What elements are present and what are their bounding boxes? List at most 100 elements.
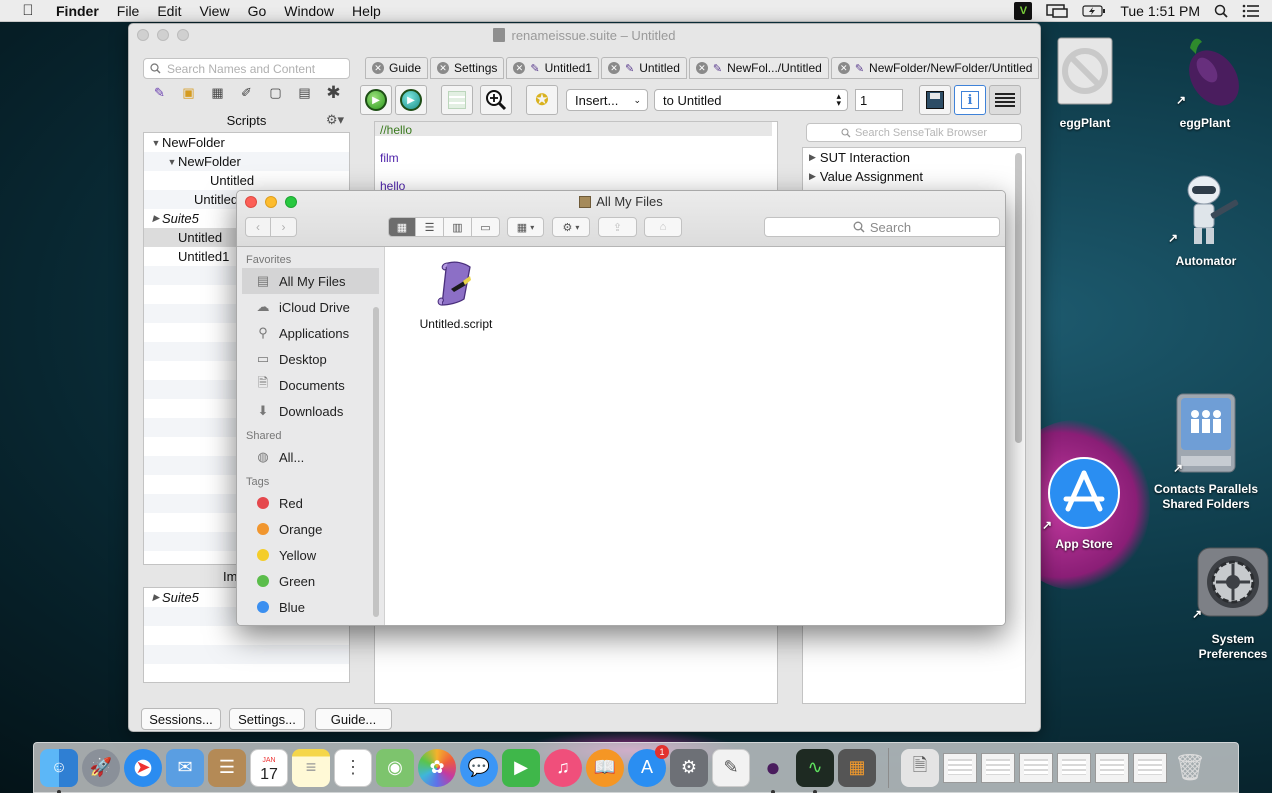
dock-maps-icon[interactable]: ◉ <box>376 748 414 787</box>
zoom-button[interactable] <box>177 29 189 41</box>
dock-minimized-window[interactable] <box>981 752 1015 783</box>
dock-system-preferences-icon[interactable]: ⚙ <box>670 748 708 787</box>
menu-window[interactable]: Window <box>275 3 343 19</box>
close-tab-icon[interactable]: ✕ <box>372 62 384 74</box>
sidebar-item[interactable]: Orange <box>237 516 384 542</box>
arrange-button[interactable]: ▦ ▾ <box>507 217 544 237</box>
sidebar-item[interactable]: 🗎 Documents <box>237 372 384 398</box>
cover-flow-button[interactable]: ▭ <box>472 217 500 237</box>
sidebar-item[interactable]: Green <box>237 568 384 594</box>
sensetalk-browser-search[interactable]: Search SenseTalk Browser <box>806 123 1022 142</box>
editor-tab[interactable]: ✕ ✎ Untitled <box>600 57 687 79</box>
menu-app-finder[interactable]: Finder <box>56 3 108 19</box>
dock-minimized-window[interactable] <box>1057 752 1091 783</box>
scripts-filter-icon[interactable]: ✎ <box>149 84 170 102</box>
desktop-icon-system-preferences[interactable]: ↗ System Preferences <box>1180 546 1272 662</box>
gear-icon[interactable]: ⚙▾ <box>326 112 344 128</box>
dock-minimized-window[interactable] <box>1095 752 1129 783</box>
dock-launchpad-icon[interactable]: 🚀 <box>82 748 120 787</box>
menu-file[interactable]: File <box>108 3 149 19</box>
close-tab-icon[interactable]: ✕ <box>695 62 708 74</box>
dock-app-store-icon[interactable]: A1 <box>628 744 669 787</box>
pencil-filter-icon[interactable]: ✐ <box>236 84 257 102</box>
dock-notes-icon[interactable]: ≡ <box>292 748 330 787</box>
info-button[interactable]: i <box>954 85 986 115</box>
browser-item-sut-interaction[interactable]: ▶ SUT Interaction <box>803 148 1025 167</box>
zoom-in-button[interactable] <box>480 85 512 115</box>
dock-contacts-icon[interactable]: ☰ <box>208 748 246 787</box>
dock-minimized-window[interactable] <box>1019 752 1053 783</box>
all-filter-icon[interactable]: ✱ <box>323 83 344 102</box>
sidebar-item[interactable]: Yellow <box>237 542 384 568</box>
file-item[interactable]: Untitled.script <box>412 259 500 331</box>
tree-item[interactable]: ▼ NewFolder <box>144 133 349 152</box>
forward-button[interactable]: › <box>271 217 297 237</box>
count-field[interactable]: 1 <box>855 89 903 111</box>
tree-item[interactable]: ▼ NewFolder <box>144 152 349 171</box>
sidebar-item[interactable]: ◍ All... <box>237 444 384 470</box>
dock-eggplant-icon[interactable]: ● <box>754 749 792 793</box>
disclosure-triangle-icon[interactable]: ▶ <box>150 213 162 224</box>
menu-go[interactable]: Go <box>239 3 276 19</box>
close-tab-icon[interactable]: ✕ <box>437 62 450 74</box>
dock-minimized-window[interactable] <box>1133 752 1167 783</box>
editor-tab[interactable]: ✕ ✎ Untitled1 <box>506 57 599 79</box>
icon-view-button[interactable]: ▦ <box>388 217 416 237</box>
dock-mail-icon[interactable]: ✉ <box>166 748 204 787</box>
desktop-icon-app-store[interactable]: ↗ App Store <box>1029 455 1139 552</box>
tables-filter-icon[interactable]: ▦ <box>207 84 228 102</box>
dock-calculator-icon[interactable]: ▦ <box>838 748 876 787</box>
dock-photos-icon[interactable]: ✿ <box>418 748 456 787</box>
editor-tab[interactable]: ✕ ✎ NewFol.../Untitled <box>688 57 829 79</box>
desktop-icon-eggplant-forbidden[interactable]: eggPlant <box>1030 34 1140 131</box>
sessions-button[interactable]: Sessions... <box>141 708 221 730</box>
display-icon[interactable] <box>1046 4 1069 18</box>
target-select[interactable]: to Untitled ▴ ▾ <box>654 89 848 111</box>
battery-icon[interactable] <box>1082 5 1106 17</box>
vnc-status-icon[interactable]: V <box>1014 2 1033 20</box>
document-proxy-icon[interactable] <box>493 28 506 42</box>
dock-document-icon[interactable]: 🗎 <box>901 748 939 787</box>
table-button[interactable] <box>441 85 473 115</box>
sidebar-item[interactable]: ▤ All My Files <box>242 268 379 294</box>
settings-button[interactable]: Settings... <box>229 708 305 730</box>
notification-center-icon[interactable] <box>1242 4 1260 18</box>
back-button[interactable]: ‹ <box>245 217 271 237</box>
sidebar-item[interactable]: ⚲ Applications <box>237 320 384 346</box>
minimize-button[interactable] <box>157 29 169 41</box>
guide-button[interactable]: Guide... <box>315 708 392 730</box>
dock-textedit-icon[interactable]: ✎ <box>712 748 750 787</box>
spotlight-search-icon[interactable] <box>1214 4 1228 18</box>
close-tab-icon[interactable]: ✕ <box>837 62 850 74</box>
disclosure-triangle-icon[interactable]: ▶ <box>809 171 816 182</box>
images-filter-icon[interactable]: ▣ <box>178 84 199 102</box>
list-view-button[interactable]: ☰ <box>416 217 444 237</box>
sidebar-item[interactable]: Red <box>237 490 384 516</box>
dock-ibooks-icon[interactable]: 📖 <box>586 748 624 787</box>
close-tab-icon[interactable]: ✕ <box>607 62 620 74</box>
capture-button[interactable]: ✪ <box>526 85 558 115</box>
editor-tab[interactable]: ✕ Settings <box>430 57 505 79</box>
scripts-search-input[interactable]: Search Names and Content <box>143 58 350 79</box>
finder-search-input[interactable]: Search <box>764 217 1000 237</box>
dock-messages-icon[interactable]: 💬 <box>460 748 498 787</box>
disclosure-triangle-icon[interactable]: ▼ <box>166 157 178 167</box>
menu-clock[interactable]: Tue 1:51 PM <box>1120 3 1200 19</box>
close-button[interactable] <box>137 29 149 41</box>
close-tab-icon[interactable]: ✕ <box>513 62 526 74</box>
results-filter-icon[interactable]: ▤ <box>294 84 315 102</box>
resources-filter-icon[interactable]: ▢ <box>265 84 286 102</box>
browser-item-value-assignment[interactable]: ▶ Value Assignment <box>803 167 1025 186</box>
edit-tags-button[interactable]: ⌂ <box>644 217 682 237</box>
desktop-icon-automator[interactable]: ↗ Automator <box>1151 170 1261 269</box>
sidebar-scrollbar[interactable] <box>373 307 379 617</box>
run-button[interactable]: ▶ <box>360 85 392 115</box>
window-titlebar[interactable]: renameissue.suite – Untitled <box>129 24 1040 46</box>
menu-edit[interactable]: Edit <box>148 3 190 19</box>
dock-minimized-window[interactable] <box>943 752 977 783</box>
menu-help[interactable]: Help <box>343 3 390 19</box>
disclosure-triangle-icon[interactable]: ▼ <box>150 138 162 148</box>
dock-trash-icon[interactable]: 🗑 <box>1171 749 1209 787</box>
menu-view[interactable]: View <box>190 3 238 19</box>
apple-menu-icon[interactable]:  <box>0 2 56 19</box>
